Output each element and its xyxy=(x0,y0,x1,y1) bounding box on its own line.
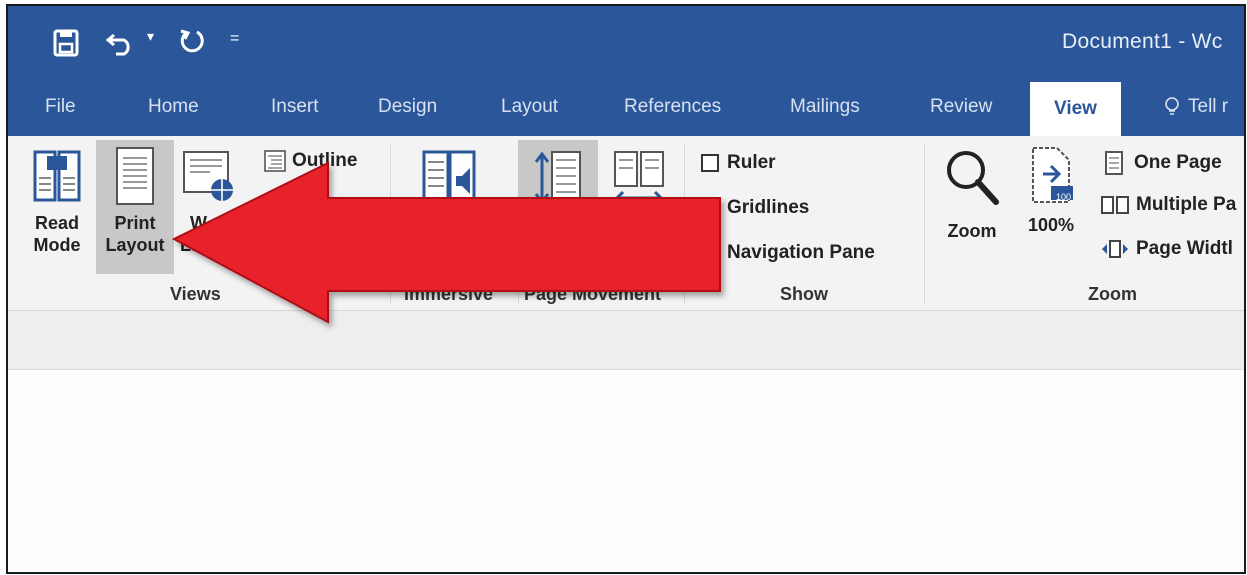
word-window: ▾ = Document1 - Wc File Home Insert Desi… xyxy=(6,4,1246,574)
red-arrow-annotation xyxy=(171,161,721,324)
